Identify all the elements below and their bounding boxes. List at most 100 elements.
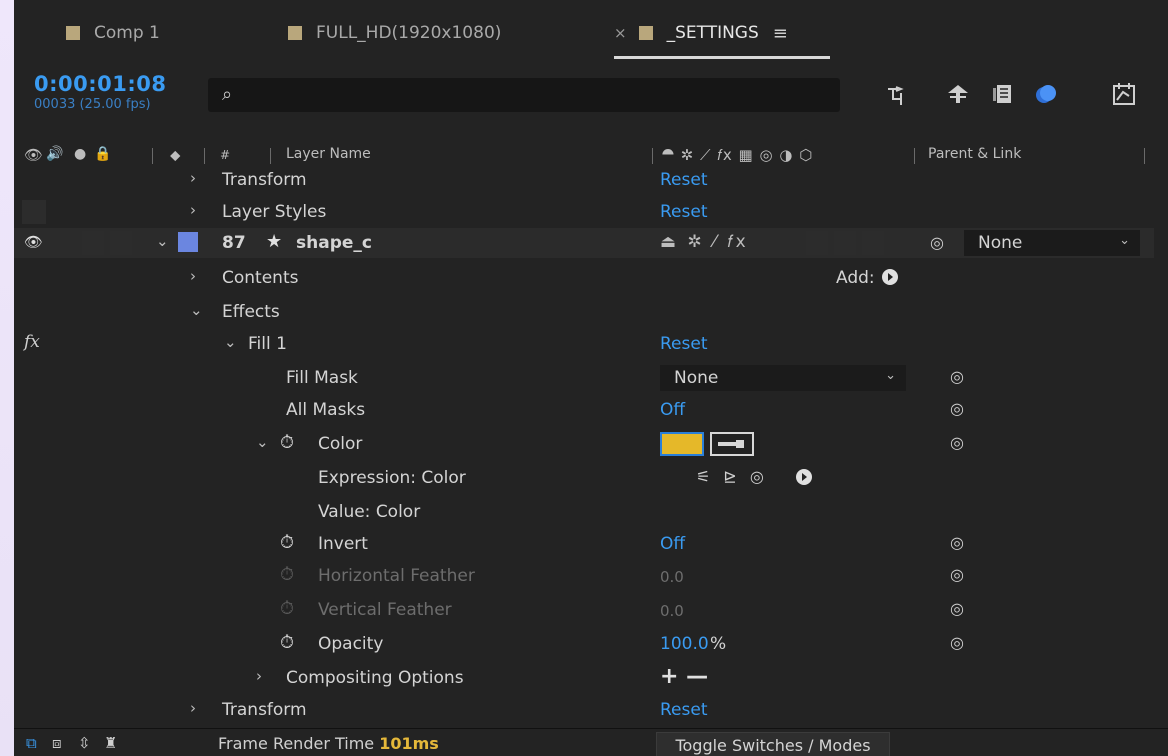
property-row-compositing-options[interactable]: › Compositing Options + —: [14, 662, 1154, 695]
tab-settings[interactable]: × _SETTINGS ≡: [614, 22, 788, 44]
comp-swatch-icon: [66, 26, 80, 40]
audio-switch-icon[interactable]: 🔊: [46, 146, 63, 162]
comp-swatch-icon: [288, 26, 302, 40]
reset-link[interactable]: Reset: [660, 334, 708, 354]
tab-label: _SETTINGS: [666, 23, 759, 43]
render-time-pane-icon[interactable]: ♜: [104, 734, 117, 752]
invert-value[interactable]: Off: [660, 534, 685, 554]
pick-whip-icon[interactable]: ◎: [950, 533, 964, 552]
chevron-right-icon[interactable]: ›: [190, 169, 196, 187]
property-row-invert[interactable]: ⏱ Invert Off ◎: [14, 528, 1154, 561]
frame-render-time: Frame Render Time 101ms: [218, 734, 439, 753]
timecode[interactable]: 0:00:01:08: [34, 72, 166, 96]
add-remove-mask-buttons[interactable]: + —: [660, 664, 708, 689]
property-row-contents[interactable]: › Contents Add:: [14, 262, 1154, 295]
layer-switches-pane-icon[interactable]: ⧉: [26, 734, 37, 752]
effect-fx-icon[interactable]: fx: [24, 332, 40, 352]
layer-color-label[interactable]: [178, 232, 198, 252]
shape-layer-star-icon: ★: [266, 231, 283, 252]
visibility-eye-icon[interactable]: 👁: [24, 233, 43, 251]
stopwatch-icon[interactable]: ⏱: [280, 632, 294, 653]
layer-switches-icons[interactable]: ⯊ ✲ ⟋ 𝑓x ▦ ◎ ◑ ⬡: [662, 146, 813, 164]
chevron-down-icon[interactable]: ⌄: [156, 232, 169, 250]
tab-full-hd[interactable]: FULL_HD(1920x1080): [288, 22, 501, 44]
draft-3d-icon[interactable]: [942, 78, 974, 110]
frame-blending-icon[interactable]: [986, 78, 1018, 110]
pick-whip-icon[interactable]: ◎: [950, 433, 964, 452]
motion-blur-icon[interactable]: [1030, 78, 1062, 110]
add-menu-label[interactable]: Add:: [836, 268, 875, 288]
stopwatch-icon[interactable]: ⏱: [280, 564, 294, 585]
video-switch-icon[interactable]: 👁: [24, 146, 43, 164]
expression-controls-icons[interactable]: ⚟ ⊵ ◎: [696, 467, 768, 486]
pick-whip-icon[interactable]: ◎: [950, 633, 964, 652]
reset-link[interactable]: Reset: [660, 170, 708, 190]
property-row-opacity[interactable]: ⏱ Opacity 100.0 % ◎: [14, 628, 1154, 661]
chevron-right-icon[interactable]: ›: [256, 667, 262, 685]
property-row-value-color: Value: Color: [318, 502, 421, 522]
pick-whip-icon[interactable]: ◎: [950, 399, 964, 418]
fill-mask-dropdown[interactable]: None ⌄: [660, 365, 906, 391]
pick-whip-icon[interactable]: ◎: [950, 367, 964, 386]
chevron-right-icon[interactable]: ›: [190, 201, 196, 219]
panel-menu-icon[interactable]: ≡: [773, 23, 788, 44]
label-tag-icon[interactable]: ⬥: [170, 146, 181, 164]
pick-whip-icon[interactable]: ◎: [950, 599, 964, 618]
chevron-down-icon: ⌄: [1119, 233, 1130, 248]
layer-switches[interactable]: ⏏ ✲ ⁄ 𝑓x: [660, 232, 749, 252]
horizontal-feather-value[interactable]: 0.0: [660, 568, 684, 586]
stopwatch-icon[interactable]: ⏱: [280, 598, 294, 619]
property-row-vertical-feather[interactable]: ⏱ Vertical Feather 0.0 ◎: [14, 594, 1154, 627]
solo-switch-icon[interactable]: ●: [74, 146, 86, 162]
chevron-right-icon[interactable]: ›: [190, 699, 196, 717]
pick-whip-icon[interactable]: ◎: [950, 565, 964, 584]
eyedropper-button[interactable]: [710, 432, 754, 456]
layer-row[interactable]: 👁 ⌄ 87 ★ shape_c ⏏ ✲ ⁄ 𝑓x ◎ None ⌄: [14, 228, 1154, 258]
property-row-effects[interactable]: ⌄ Effects: [14, 296, 1154, 329]
frame-count: 00033 (25.00 fps): [34, 97, 151, 112]
column-parent-link[interactable]: Parent & Link: [928, 146, 1021, 162]
expression-language-menu-icon[interactable]: [796, 469, 812, 485]
chevron-right-icon[interactable]: ›: [190, 267, 196, 285]
reset-link[interactable]: Reset: [660, 202, 708, 222]
property-row-expression-color[interactable]: Expression: Color ⚟ ⊵ ◎: [14, 462, 1154, 495]
search-input[interactable]: [248, 82, 822, 110]
property-row-layer-styles[interactable]: › Layer Styles Reset: [14, 196, 1154, 229]
vertical-feather-value[interactable]: 0.0: [660, 602, 684, 620]
property-row-fill-mask[interactable]: Fill Mask None ⌄ ◎: [14, 362, 1154, 395]
timeline-panel: Comp 1 FULL_HD(1920x1080) × _SETTINGS ≡ …: [14, 0, 1168, 756]
parent-dropdown[interactable]: None ⌄: [964, 230, 1140, 256]
chevron-down-icon[interactable]: ⌄: [190, 301, 203, 319]
toggle-switches-modes-button[interactable]: Toggle Switches / Modes: [656, 732, 890, 756]
color-swatch[interactable]: [660, 432, 704, 456]
all-masks-value[interactable]: Off: [660, 400, 685, 420]
property-row-all-masks[interactable]: All Masks Off ◎: [14, 394, 1154, 427]
column-layer-name[interactable]: Layer Name: [286, 146, 371, 162]
status-bar: ⧉ ⧈ ⇳ ♜ Frame Render Time 101ms Toggle S…: [14, 728, 1168, 756]
stopwatch-icon[interactable]: ⏱: [280, 532, 294, 553]
layer-name[interactable]: shape_c: [296, 233, 372, 253]
transfer-controls-pane-icon[interactable]: ⧈: [52, 734, 62, 752]
current-time-display[interactable]: 0:00:01:08 00033 (25.00 fps): [34, 72, 166, 112]
property-row-fill-1[interactable]: fx ⌄ Fill 1 Reset: [14, 328, 1154, 361]
layer-number: 87: [222, 233, 246, 253]
close-icon[interactable]: ×: [614, 24, 627, 42]
add-menu-icon[interactable]: [882, 269, 898, 285]
opacity-unit: %: [710, 634, 727, 654]
chevron-down-icon[interactable]: ⌄: [224, 333, 237, 351]
pick-whip-icon[interactable]: ◎: [930, 233, 944, 252]
search-box[interactable]: ⌕: [208, 78, 840, 112]
property-row-transform[interactable]: › Transform Reset: [14, 164, 1154, 197]
reset-link[interactable]: Reset: [660, 700, 708, 720]
property-row-color[interactable]: ⌄ ⏱ Color ◎: [14, 428, 1154, 461]
stopwatch-icon[interactable]: ⏱: [280, 432, 294, 453]
lock-switch-icon[interactable]: 🔒: [94, 146, 111, 162]
tab-comp-1[interactable]: Comp 1: [66, 22, 160, 44]
in-out-duration-pane-icon[interactable]: ⇳: [78, 734, 91, 752]
composition-flowchart-icon[interactable]: [882, 78, 914, 110]
chevron-down-icon[interactable]: ⌄: [256, 433, 269, 451]
property-row-transform-bottom[interactable]: › Transform Reset: [14, 694, 1154, 727]
property-row-horizontal-feather[interactable]: ⏱ Horizontal Feather 0.0 ◎: [14, 560, 1154, 593]
graph-editor-icon[interactable]: [1108, 78, 1140, 110]
opacity-value[interactable]: 100.0: [660, 634, 709, 654]
